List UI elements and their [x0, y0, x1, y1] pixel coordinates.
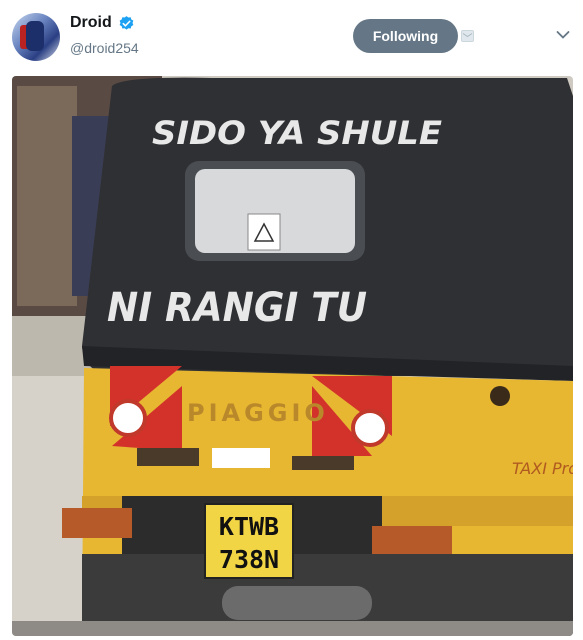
following-button[interactable]: Following: [353, 19, 458, 53]
plate-line-1: KTWB: [219, 512, 279, 541]
chevron-down-icon[interactable]: [556, 30, 570, 40]
canopy-bottom-text: NI RANGI TU: [107, 285, 367, 331]
tweet-photo[interactable]: SIDO YA SHULE NI RANGI TU PIAGGIO TAXI P…: [12, 76, 573, 636]
display-name[interactable]: Droid: [70, 14, 112, 32]
user-handle[interactable]: @droid254: [70, 40, 139, 56]
brand-text: PIAGGIO: [187, 399, 329, 427]
verified-badge-icon: [119, 15, 134, 30]
tuk-tuk-photo: SIDO YA SHULE NI RANGI TU PIAGGIO TAXI P…: [12, 76, 573, 636]
plate-line-2: 738N: [219, 545, 279, 574]
canopy-top-text: SIDO YA SHULE: [152, 114, 442, 152]
tweet-header: Droid @droid254 Following: [0, 0, 583, 72]
dm-icon[interactable]: [461, 30, 474, 42]
avatar[interactable]: [12, 13, 60, 61]
author-name-row[interactable]: Droid: [70, 14, 135, 32]
taxi-badge-text: TAXI Pro: [512, 459, 573, 478]
